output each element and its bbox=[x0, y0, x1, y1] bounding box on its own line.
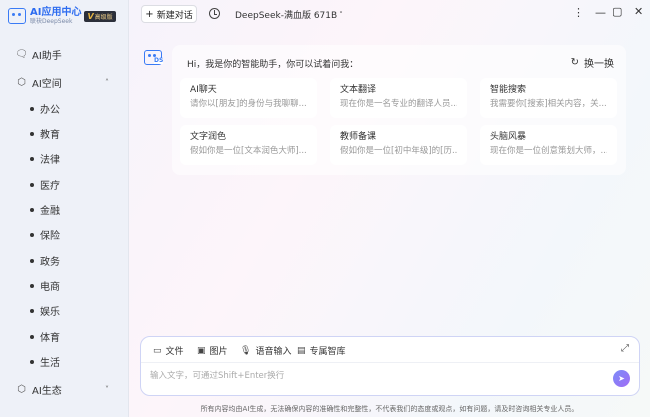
bullet-icon bbox=[30, 283, 34, 288]
cube-icon: ⬡ bbox=[17, 383, 26, 395]
expand-icon[interactable]: ⤢ bbox=[621, 343, 629, 354]
prompt-desc: 请你以[朋友]的身份与我聊聊... bbox=[190, 99, 307, 109]
assistant-avatar: DS bbox=[144, 50, 164, 65]
sidebar-item-ai-ecology[interactable]: ⬡ AI生态 ˅ bbox=[0, 378, 129, 400]
prompt-desc: 现在你是一位创意策划大师，... bbox=[490, 146, 607, 156]
prompt-title: 文字润色 bbox=[190, 132, 227, 142]
sidebar-item-label: AI空间 bbox=[32, 78, 62, 90]
sidebar-item-law[interactable]: 法律 bbox=[30, 151, 60, 166]
sidebar-item-ecommerce[interactable]: 电商 bbox=[30, 278, 60, 293]
send-icon: ➤ bbox=[618, 374, 625, 383]
chat-icon: 🗨 bbox=[15, 48, 28, 60]
chevron-down-icon: ˅ bbox=[339, 10, 343, 19]
refresh-label: 换一换 bbox=[584, 59, 614, 70]
model-select[interactable]: DeepSeek-满血版 671B ˅ bbox=[235, 8, 343, 22]
image-upload-button[interactable]: ▣ 图片 bbox=[197, 344, 228, 358]
sidebar-item-entertainment[interactable]: 娱乐 bbox=[30, 303, 60, 318]
sidebar-item-label: AI助手 bbox=[32, 50, 62, 62]
app-title: AI应用中心 bbox=[30, 6, 82, 18]
sidebar-item-office[interactable]: 办公 bbox=[30, 101, 60, 116]
robot-logo-icon bbox=[8, 8, 26, 24]
sidebar-item-education[interactable]: 教育 bbox=[30, 126, 60, 141]
plan-badge: V 高级版 bbox=[84, 10, 116, 22]
greeting-text: Hi，我是你的智能助手，你可以试着问我： bbox=[187, 60, 359, 70]
prompt-desc: 现在你是一名专业的翻译人员... bbox=[340, 99, 457, 109]
book-icon: ▤ bbox=[297, 345, 306, 356]
chevron-down-icon: ˅ bbox=[105, 384, 109, 394]
close-icon[interactable]: ✕ bbox=[634, 5, 643, 18]
sidebar-item-sports[interactable]: 体育 bbox=[30, 329, 60, 344]
plan-badge-label: 高级版 bbox=[94, 13, 113, 21]
bullet-icon bbox=[30, 359, 34, 364]
bullet-icon bbox=[30, 156, 34, 161]
new-chat-button[interactable]: + 新建对话 bbox=[141, 5, 197, 23]
prompt-card-smart-search[interactable]: 智能搜索 我需要你[搜索]相关内容，关... bbox=[480, 78, 617, 118]
app-subtitle: 联袂DeepSeek bbox=[30, 17, 73, 25]
cube-icon: ⬡ bbox=[17, 76, 26, 88]
divider bbox=[141, 362, 639, 363]
deepseek-ds-icon: DS bbox=[154, 57, 164, 64]
microphone-icon: 🎙 bbox=[240, 345, 252, 356]
prompt-desc: 假如你是一位[初中年级]的[历... bbox=[340, 146, 457, 156]
top-bar: + 新建对话 DeepSeek-满血版 671B ˅ ⋮ — ▢ ✕ bbox=[129, 0, 650, 28]
prompt-card-polish[interactable]: 文字润色 假如你是一位[文本润色大师]... bbox=[180, 125, 317, 165]
maximize-icon[interactable]: ▢ bbox=[612, 5, 622, 18]
bullet-icon bbox=[30, 334, 34, 339]
image-icon: ▣ bbox=[197, 345, 206, 356]
knowledge-base-button[interactable]: ▤ 专属智库 bbox=[297, 344, 346, 358]
sidebar-item-insurance[interactable]: 保险 bbox=[30, 227, 60, 242]
chat-input[interactable] bbox=[150, 368, 590, 384]
sidebar-item-life[interactable]: 生活 bbox=[30, 354, 60, 369]
main-area: + 新建对话 DeepSeek-满血版 671B ˅ ⋮ — ▢ ✕ DS Hi… bbox=[129, 0, 650, 417]
more-menu-icon[interactable]: ⋮ bbox=[573, 6, 584, 19]
bullet-icon bbox=[30, 207, 34, 212]
minimize-icon[interactable]: — bbox=[595, 6, 606, 19]
sidebar-item-ai-space[interactable]: ⬡ AI空间 ˄ bbox=[0, 71, 129, 93]
prompt-title: AI聊天 bbox=[190, 85, 217, 95]
prompt-title: 教师备课 bbox=[340, 132, 377, 142]
new-chat-label: 新建对话 bbox=[156, 10, 193, 21]
send-button[interactable]: ➤ bbox=[613, 370, 630, 387]
bullet-icon bbox=[30, 258, 34, 263]
voice-input-button[interactable]: 🎙 语音输入 bbox=[240, 344, 291, 358]
sidebar-item-government[interactable]: 政务 bbox=[30, 253, 60, 268]
prompt-card-ai-chat[interactable]: AI聊天 请你以[朋友]的身份与我聊聊... bbox=[180, 78, 317, 118]
prompt-desc: 我需要你[搜索]相关内容，关... bbox=[490, 99, 607, 109]
prompt-card-brainstorm[interactable]: 头脑风暴 现在你是一位创意策划大师，... bbox=[480, 125, 617, 165]
refresh-icon: ↻ bbox=[570, 57, 579, 68]
sidebar: AI应用中心 联袂DeepSeek V 高级版 🗨 AI助手 ⬡ AI空间 ˄ … bbox=[0, 0, 129, 417]
sidebar-item-medical[interactable]: 医疗 bbox=[30, 177, 60, 192]
sidebar-item-label: AI生态 bbox=[32, 385, 62, 397]
bullet-icon bbox=[30, 308, 34, 313]
bullet-icon bbox=[30, 182, 34, 187]
sidebar-item-ai-assistant[interactable]: 🗨 AI助手 bbox=[0, 43, 129, 65]
prompt-title: 文本翻译 bbox=[340, 85, 377, 95]
bullet-icon bbox=[30, 232, 34, 237]
bullet-icon bbox=[30, 106, 34, 111]
plus-icon: + bbox=[145, 8, 154, 20]
history-clock-icon[interactable] bbox=[209, 8, 220, 19]
model-label: DeepSeek-满血版 671B bbox=[235, 11, 338, 21]
chat-input-box: ▭ 文件 ▣ 图片 🎙 语音输入 ▤ 专属智库 ⤢ ➤ bbox=[140, 336, 640, 396]
prompt-title: 头脑风暴 bbox=[490, 132, 527, 142]
folder-icon: ▭ bbox=[153, 345, 162, 356]
sidebar-item-finance[interactable]: 金融 bbox=[30, 202, 60, 217]
file-upload-button[interactable]: ▭ 文件 bbox=[153, 344, 184, 358]
prompt-desc: 假如你是一位[文本润色大师]... bbox=[190, 146, 307, 156]
brand: AI应用中心 联袂DeepSeek V 高级版 bbox=[8, 5, 126, 27]
disclaimer-text: 所有内容均由AI生成，无法确保内容的准确性和完整性，不代表我们的态度或观点，如有… bbox=[200, 405, 579, 413]
chevron-up-icon: ˄ bbox=[105, 77, 109, 87]
bullet-icon bbox=[30, 131, 34, 136]
suggestion-panel: Hi，我是你的智能助手，你可以试着问我： ↻ 换一换 AI聊天 请你以[朋友]的… bbox=[172, 45, 626, 175]
prompt-card-translate[interactable]: 文本翻译 现在你是一名专业的翻译人员... bbox=[330, 78, 467, 118]
prompt-title: 智能搜索 bbox=[490, 85, 527, 95]
vip-icon: V bbox=[87, 11, 94, 21]
refresh-button[interactable]: ↻ 换一换 bbox=[571, 55, 614, 70]
prompt-card-lesson-prep[interactable]: 教师备课 假如你是一位[初中年级]的[历... bbox=[330, 125, 467, 165]
